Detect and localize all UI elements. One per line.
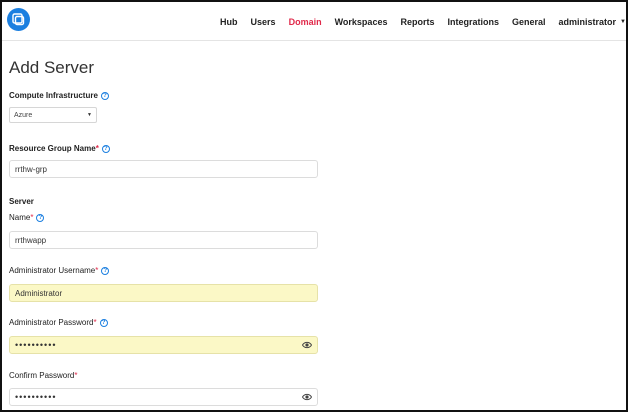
resource-group-label: Resource Group Name * ? bbox=[9, 144, 110, 153]
confirm-password-label-text: Confirm Password bbox=[9, 371, 75, 380]
user-menu-label: administrator bbox=[558, 16, 617, 27]
confirm-password-input[interactable] bbox=[9, 388, 318, 406]
server-section-heading: Server bbox=[9, 197, 34, 206]
nav-item-workspaces[interactable]: Workspaces bbox=[335, 17, 388, 27]
resource-group-label-text: Resource Group Name bbox=[9, 144, 96, 153]
help-icon[interactable]: ? bbox=[101, 266, 110, 275]
app-window: Hub Users Domain Workspaces Reports Inte… bbox=[0, 0, 628, 412]
nav-item-users[interactable]: Users bbox=[251, 17, 276, 27]
eye-icon[interactable] bbox=[302, 393, 312, 401]
nav-item-hub[interactable]: Hub bbox=[220, 17, 238, 27]
confirm-password-label: Confirm Password * bbox=[9, 371, 77, 380]
confirm-password-field bbox=[9, 388, 318, 406]
required-marker: * bbox=[95, 144, 99, 153]
admin-username-label: Administrator Username * ? bbox=[9, 266, 110, 275]
nav-item-domain[interactable]: Domain bbox=[289, 17, 322, 27]
main-nav: Hub Users Domain Workspaces Reports Inte… bbox=[220, 2, 626, 41]
required-marker: * bbox=[95, 266, 99, 275]
compute-infrastructure-value: Azure bbox=[14, 111, 33, 119]
server-name-label: Name * ? bbox=[9, 213, 45, 222]
page-title: Add Server bbox=[9, 58, 95, 77]
server-name-label-text: Name bbox=[9, 213, 31, 222]
help-icon[interactable]: ? bbox=[101, 144, 110, 153]
admin-username-label-text: Administrator Username bbox=[9, 266, 96, 275]
admin-username-input[interactable] bbox=[9, 284, 318, 302]
required-marker: * bbox=[74, 371, 78, 380]
help-icon[interactable]: ? bbox=[36, 213, 45, 222]
top-navigation-bar: Hub Users Domain Workspaces Reports Inte… bbox=[2, 2, 626, 41]
resource-group-input[interactable] bbox=[9, 160, 318, 178]
admin-password-label-text: Administrator Password bbox=[9, 318, 94, 327]
required-marker: * bbox=[93, 318, 97, 327]
eye-icon[interactable] bbox=[302, 341, 312, 349]
help-icon[interactable]: ? bbox=[100, 91, 109, 100]
help-icon[interactable]: ? bbox=[99, 318, 108, 327]
admin-password-label: Administrator Password * ? bbox=[9, 318, 108, 327]
app-logo-icon[interactable] bbox=[7, 8, 30, 31]
compute-infrastructure-label-text: Compute Infrastructure bbox=[9, 91, 98, 100]
required-marker: * bbox=[30, 213, 34, 222]
nav-item-general[interactable]: General bbox=[512, 17, 546, 27]
compute-infrastructure-label: Compute Infrastructure ? bbox=[9, 91, 109, 100]
chevron-down-icon: ▼ bbox=[620, 18, 626, 25]
server-name-input[interactable] bbox=[9, 231, 318, 249]
compute-infrastructure-select[interactable]: Azure ▼ bbox=[9, 107, 97, 123]
dropdown-arrow-icon: ▼ bbox=[87, 112, 92, 118]
admin-password-input[interactable] bbox=[9, 336, 318, 354]
admin-password-field bbox=[9, 336, 318, 354]
nav-item-integrations[interactable]: Integrations bbox=[447, 17, 499, 27]
user-menu[interactable]: administrator ▼ bbox=[559, 17, 626, 27]
nav-item-reports[interactable]: Reports bbox=[400, 17, 434, 27]
